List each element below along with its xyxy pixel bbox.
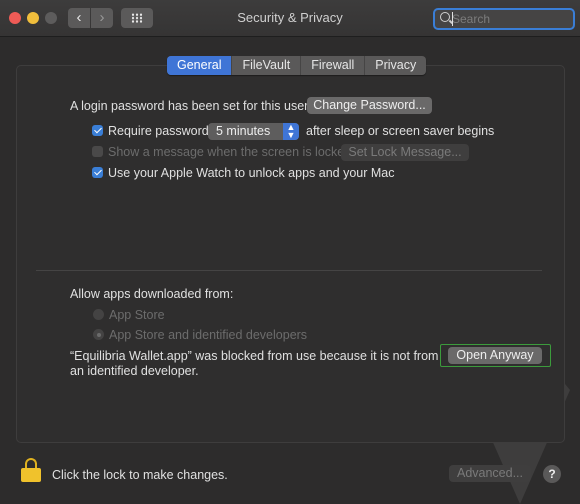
password-delay-popup[interactable]: 5 minutes ▲ ▼ bbox=[208, 123, 299, 140]
login-password-text: A login password has been set for this u… bbox=[70, 99, 309, 113]
after-sleep-text: after sleep or screen saver begins bbox=[306, 124, 495, 138]
search-field[interactable] bbox=[433, 8, 575, 30]
chevron-updown-icon: ▲ ▼ bbox=[283, 123, 299, 140]
set-lock-message-button[interactable]: Set Lock Message... bbox=[341, 144, 469, 161]
text-cursor bbox=[452, 12, 453, 26]
help-button[interactable]: ? bbox=[543, 465, 561, 483]
title-bar: ‹ › Security & Privacy bbox=[0, 0, 580, 37]
tab-firewall[interactable]: Firewall bbox=[301, 56, 366, 75]
radio-app-store[interactable] bbox=[93, 309, 104, 320]
advanced-button[interactable]: Advanced... bbox=[449, 465, 531, 482]
radio-app-store-label: App Store bbox=[109, 308, 165, 322]
search-icon bbox=[440, 12, 450, 22]
show-message-checkbox[interactable] bbox=[92, 146, 103, 157]
require-password-label: Require password bbox=[108, 124, 209, 138]
tab-general[interactable]: General bbox=[167, 56, 233, 75]
open-anyway-highlight: Open Anyway bbox=[440, 344, 551, 367]
open-anyway-button[interactable]: Open Anyway bbox=[448, 347, 542, 364]
tab-filevault[interactable]: FileVault bbox=[232, 56, 302, 75]
tab-bar: General FileVault Firewall Privacy bbox=[167, 56, 427, 75]
show-message-label: Show a message when the screen is locked bbox=[108, 145, 352, 159]
lock-icon[interactable] bbox=[21, 458, 41, 482]
apple-watch-label: Use your Apple Watch to unlock apps and … bbox=[108, 166, 395, 180]
radio-identified-developers-label: App Store and identified developers bbox=[109, 328, 308, 342]
lock-text: Click the lock to make changes. bbox=[52, 468, 228, 482]
apple-watch-checkbox[interactable] bbox=[92, 167, 103, 178]
tab-privacy[interactable]: Privacy bbox=[365, 56, 426, 75]
blocked-message-line2: an identified developer. bbox=[70, 364, 199, 378]
security-privacy-window: ‹ › Security & Privacy General FileVault… bbox=[0, 0, 580, 504]
allow-apps-heading: Allow apps downloaded from: bbox=[70, 287, 234, 301]
radio-identified-developers[interactable] bbox=[93, 329, 104, 340]
password-delay-value: 5 minutes bbox=[216, 124, 271, 138]
change-password-button[interactable]: Change Password... bbox=[307, 97, 432, 114]
blocked-message-line1: “Equilibria Wallet.app” was blocked from… bbox=[70, 349, 439, 363]
section-divider bbox=[36, 270, 542, 271]
search-input[interactable] bbox=[452, 10, 568, 28]
require-password-checkbox[interactable] bbox=[92, 125, 103, 136]
